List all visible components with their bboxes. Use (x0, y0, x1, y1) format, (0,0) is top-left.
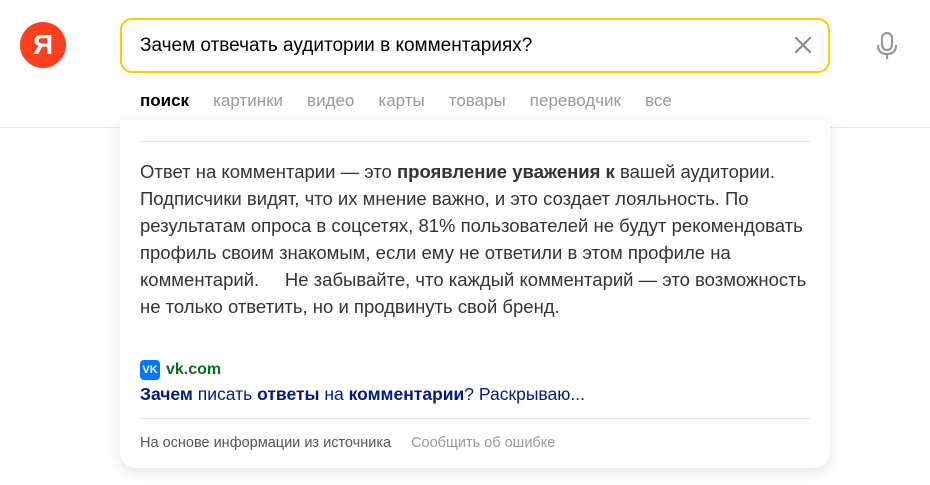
search-box (120, 18, 830, 73)
answer-card: Ответ на комментарии — это проявление ув… (120, 120, 830, 468)
yandex-logo[interactable]: Я (20, 22, 66, 68)
header: Я поиск картинки видео карты товары пере… (0, 0, 930, 128)
title-highlight: комментарии (348, 384, 465, 404)
title-text: ? Раскрываю... (464, 384, 585, 404)
divider (140, 418, 810, 419)
source-line: VK vk.com (140, 360, 221, 380)
report-error-link[interactable]: Сообщить об ошибке (411, 435, 555, 451)
vk-icon: VK (140, 360, 160, 380)
result-title-link[interactable]: Зачем писать ответы на комментарии? Раск… (140, 384, 585, 405)
microphone-icon[interactable] (872, 30, 902, 62)
source-domain-link[interactable]: vk.com (166, 361, 221, 379)
answer-text-part: Ответ на комментарии — это (140, 161, 397, 182)
divider (140, 141, 810, 142)
answer-text: Ответ на комментарии — это проявление ув… (140, 158, 812, 320)
title-highlight: Зачем (140, 384, 193, 404)
source-note: На основе информации из источника (140, 435, 392, 451)
title-highlight: ответы (257, 384, 320, 404)
search-input[interactable] (140, 20, 760, 71)
title-text: писать (192, 384, 258, 404)
title-text: на (319, 384, 349, 404)
card-footer: На основе информации из источника Сообщи… (140, 435, 555, 451)
answer-highlight: проявление уважения к (396, 161, 615, 182)
close-icon[interactable] (790, 32, 816, 58)
answer-text-part: вашей аудитории. Подписчики видят, что и… (140, 161, 812, 317)
